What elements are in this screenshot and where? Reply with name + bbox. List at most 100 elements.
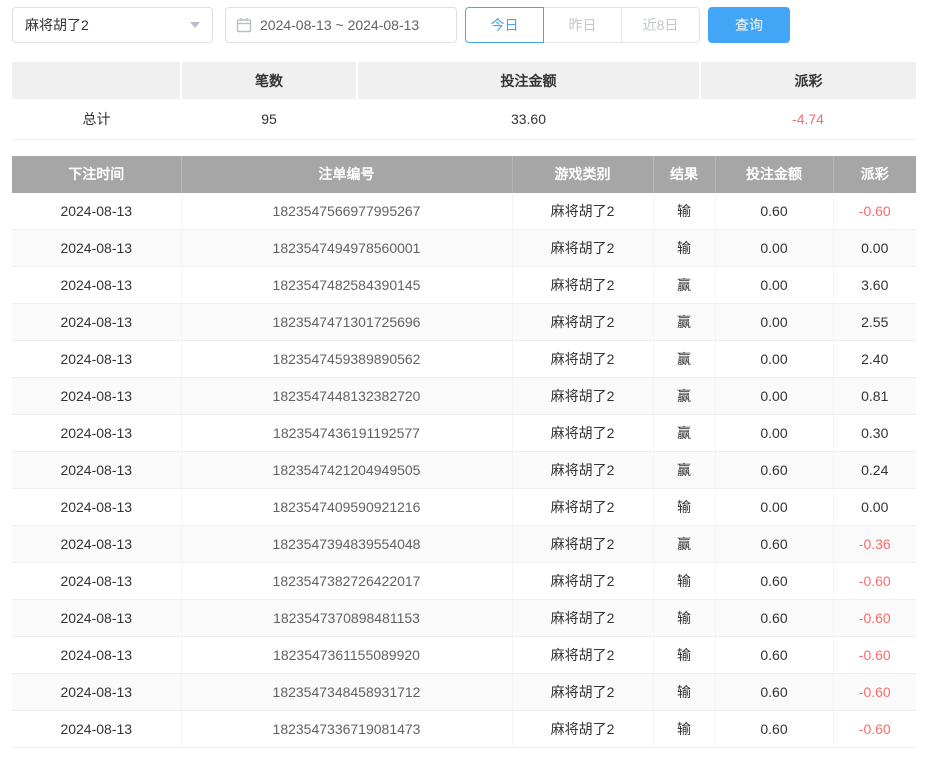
- bet-time-cell: 2024-08-13: [12, 230, 181, 267]
- result-cell: 赢: [653, 267, 715, 304]
- last-8-days-button[interactable]: 近8日: [621, 7, 700, 43]
- bet-time-cell: 2024-08-13: [12, 563, 181, 600]
- bet-time-cell: 2024-08-13: [12, 637, 181, 674]
- result-cell: 输: [653, 674, 715, 711]
- bet-amount-cell: 0.60: [715, 674, 833, 711]
- bet-number-cell: 1823547394839554048: [181, 526, 512, 563]
- game-type-cell: 麻将胡了2: [512, 267, 653, 304]
- bet-time-cell: 2024-08-13: [12, 415, 181, 452]
- table-row: 2024-08-131823547336719081473麻将胡了2输0.60-…: [12, 711, 916, 748]
- table-row: 2024-08-131823547382726422017麻将胡了2输0.60-…: [12, 563, 916, 600]
- header-result: 结果: [653, 156, 715, 193]
- payout-cell: -0.60: [833, 563, 916, 600]
- table-row: 2024-08-131823547494978560001麻将胡了2输0.000…: [12, 230, 916, 267]
- table-row: 2024-08-131823547394839554048麻将胡了2赢0.60-…: [12, 526, 916, 563]
- game-type-cell: 麻将胡了2: [512, 600, 653, 637]
- query-button[interactable]: 查询: [708, 7, 790, 43]
- calendar-icon: [236, 17, 252, 33]
- result-cell: 输: [653, 563, 715, 600]
- payout-cell: -0.60: [833, 600, 916, 637]
- result-cell: 输: [653, 489, 715, 526]
- bet-time-cell: 2024-08-13: [12, 711, 181, 748]
- bet-number-cell: 1823547436191192577: [181, 415, 512, 452]
- table-row: 2024-08-131823547361155089920麻将胡了2输0.60-…: [12, 637, 916, 674]
- summary-header-payout: 派彩: [700, 62, 916, 99]
- result-cell: 输: [653, 600, 715, 637]
- game-select-value: 麻将胡了2: [25, 15, 89, 35]
- bet-time-cell: 2024-08-13: [12, 193, 181, 230]
- summary-payout-value: -4.74: [700, 99, 916, 139]
- summary-header-count: 笔数: [181, 62, 357, 99]
- bet-number-cell: 1823547482584390145: [181, 267, 512, 304]
- bet-number-cell: 1823547494978560001: [181, 230, 512, 267]
- result-cell: 赢: [653, 341, 715, 378]
- payout-cell: 0.81: [833, 378, 916, 415]
- date-range-picker[interactable]: 2024-08-13 ~ 2024-08-13: [225, 7, 457, 43]
- bet-amount-cell: 0.00: [715, 378, 833, 415]
- bet-time-cell: 2024-08-13: [12, 341, 181, 378]
- summary-count-value: 95: [181, 99, 357, 139]
- game-type-cell: 麻将胡了2: [512, 489, 653, 526]
- table-row: 2024-08-131823547459389890562麻将胡了2赢0.002…: [12, 341, 916, 378]
- bet-time-cell: 2024-08-13: [12, 526, 181, 563]
- result-cell: 赢: [653, 304, 715, 341]
- date-range-value: 2024-08-13 ~ 2024-08-13: [260, 17, 419, 33]
- bet-amount-cell: 0.60: [715, 193, 833, 230]
- bet-amount-cell: 0.00: [715, 489, 833, 526]
- table-row: 2024-08-131823547348458931712麻将胡了2输0.60-…: [12, 674, 916, 711]
- bet-time-cell: 2024-08-13: [12, 378, 181, 415]
- payout-cell: -0.36: [833, 526, 916, 563]
- bet-amount-cell: 0.60: [715, 452, 833, 489]
- game-type-cell: 麻将胡了2: [512, 304, 653, 341]
- header-bet-time: 下注时间: [12, 156, 181, 193]
- bet-time-cell: 2024-08-13: [12, 267, 181, 304]
- payout-cell: -0.60: [833, 674, 916, 711]
- result-cell: 输: [653, 711, 715, 748]
- summary-total-label: 总计: [12, 99, 181, 139]
- table-row: 2024-08-131823547448132382720麻将胡了2赢0.000…: [12, 378, 916, 415]
- game-type-cell: 麻将胡了2: [512, 378, 653, 415]
- today-button[interactable]: 今日: [465, 7, 544, 43]
- payout-cell: 0.24: [833, 452, 916, 489]
- game-type-cell: 麻将胡了2: [512, 526, 653, 563]
- payout-cell: -0.60: [833, 711, 916, 748]
- bet-number-cell: 1823547370898481153: [181, 600, 512, 637]
- result-cell: 输: [653, 193, 715, 230]
- bet-amount-cell: 0.60: [715, 637, 833, 674]
- bet-amount-cell: 0.60: [715, 526, 833, 563]
- result-cell: 赢: [653, 526, 715, 563]
- toolbar: 麻将胡了2 2024-08-13 ~ 2024-08-13 今日 昨日 近8日 …: [0, 0, 928, 44]
- table-row: 2024-08-131823547566977995267麻将胡了2输0.60-…: [12, 193, 916, 230]
- payout-cell: 3.60: [833, 267, 916, 304]
- bet-time-cell: 2024-08-13: [12, 489, 181, 526]
- result-cell: 输: [653, 230, 715, 267]
- bet-amount-cell: 0.00: [715, 304, 833, 341]
- bet-number-cell: 1823547566977995267: [181, 193, 512, 230]
- summary-header-bet-amount: 投注金额: [357, 62, 700, 99]
- game-type-cell: 麻将胡了2: [512, 563, 653, 600]
- game-type-cell: 麻将胡了2: [512, 415, 653, 452]
- bet-table-body: 2024-08-131823547566977995267麻将胡了2输0.60-…: [12, 193, 916, 748]
- game-type-cell: 麻将胡了2: [512, 341, 653, 378]
- game-type-cell: 麻将胡了2: [512, 711, 653, 748]
- bet-number-cell: 1823547421204949505: [181, 452, 512, 489]
- yesterday-button[interactable]: 昨日: [543, 7, 622, 43]
- summary-header-blank: [12, 62, 181, 99]
- game-type-cell: 麻将胡了2: [512, 637, 653, 674]
- bet-time-cell: 2024-08-13: [12, 304, 181, 341]
- bet-number-cell: 1823547348458931712: [181, 674, 512, 711]
- bet-records-table: 下注时间 注单编号 游戏类别 结果 投注金额 派彩 2024-08-131823…: [12, 156, 916, 749]
- chevron-down-icon: [190, 22, 200, 28]
- header-bet-number: 注单编号: [181, 156, 512, 193]
- table-header-row: 下注时间 注单编号 游戏类别 结果 投注金额 派彩: [12, 156, 916, 193]
- game-type-cell: 麻将胡了2: [512, 230, 653, 267]
- payout-cell: 0.00: [833, 489, 916, 526]
- game-type-cell: 麻将胡了2: [512, 452, 653, 489]
- payout-cell: 0.30: [833, 415, 916, 452]
- game-select[interactable]: 麻将胡了2: [12, 7, 213, 43]
- bet-number-cell: 1823547459389890562: [181, 341, 512, 378]
- header-payout: 派彩: [833, 156, 916, 193]
- bet-time-cell: 2024-08-13: [12, 452, 181, 489]
- result-cell: 赢: [653, 452, 715, 489]
- payout-cell: 2.40: [833, 341, 916, 378]
